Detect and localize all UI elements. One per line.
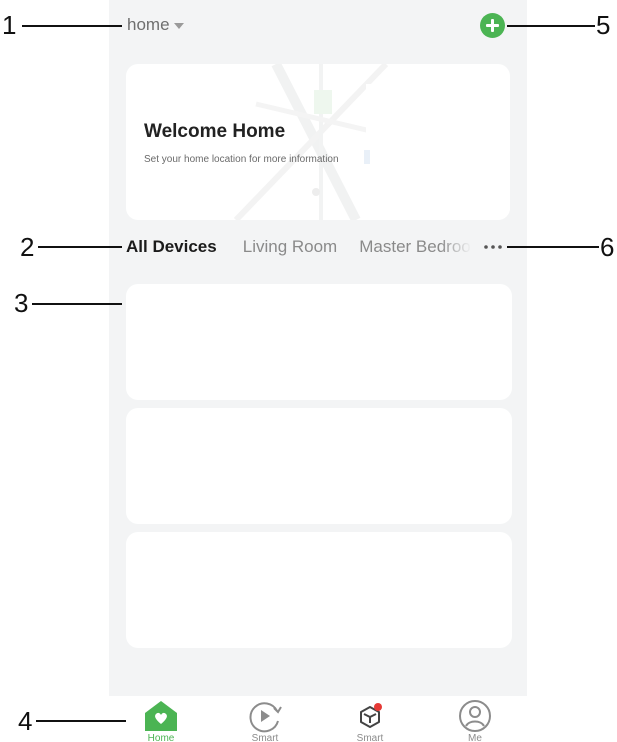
callout-line-1 [22, 25, 122, 27]
home-selector[interactable]: home [127, 13, 184, 37]
nav-smart-label: Smart [356, 733, 384, 742]
callout-line-6 [507, 246, 599, 248]
callout-line-4 [36, 720, 126, 722]
nav-smart-scene-label: Smart [251, 733, 279, 742]
smart-scene-icon [249, 702, 282, 733]
device-card[interactable] [126, 532, 512, 648]
smart-cube-icon [360, 703, 382, 728]
bottom-nav: Home Smart Smart Me [109, 696, 527, 742]
plus-icon [486, 19, 499, 32]
callout-line-3 [32, 303, 122, 305]
tab-living-room[interactable]: Living Room [243, 236, 338, 258]
caret-down-icon [173, 23, 184, 29]
nav-smart-scene[interactable]: Smart [230, 696, 300, 742]
callout-3: 3 [14, 288, 29, 318]
welcome-card[interactable]: Welcome Home Set your home location for … [126, 64, 510, 220]
callout-1: 1 [2, 10, 17, 40]
callout-line-2 [38, 246, 122, 248]
nav-home[interactable]: Home [126, 696, 196, 742]
annotated-screenshot: home Welcome Home Set your home location… [0, 0, 617, 742]
nav-me-label: Me [468, 733, 482, 742]
callout-2: 2 [20, 232, 35, 262]
device-card[interactable] [126, 284, 512, 400]
home-name: home [127, 15, 170, 34]
welcome-subtitle: Set your home location for more informat… [144, 154, 339, 165]
nav-me[interactable]: Me [440, 696, 510, 742]
nav-home-label: Home [147, 733, 175, 742]
more-dots-icon [484, 245, 502, 249]
more-rooms-button[interactable] [481, 238, 507, 256]
room-tabs: All Devices Living Room Master Bedroom [126, 236, 481, 260]
callout-4: 4 [18, 706, 33, 736]
home-icon [145, 701, 177, 731]
device-card[interactable] [126, 408, 512, 524]
tabs-fade [440, 236, 482, 260]
callout-6: 6 [600, 232, 615, 262]
callout-line-5 [507, 25, 595, 27]
tab-all-devices[interactable]: All Devices [126, 236, 217, 258]
notification-badge [374, 703, 382, 711]
welcome-title: Welcome Home [144, 121, 286, 142]
add-device-button[interactable] [480, 13, 505, 38]
profile-icon [459, 700, 491, 732]
callout-5: 5 [596, 10, 611, 40]
nav-smart[interactable]: Smart [335, 696, 405, 742]
